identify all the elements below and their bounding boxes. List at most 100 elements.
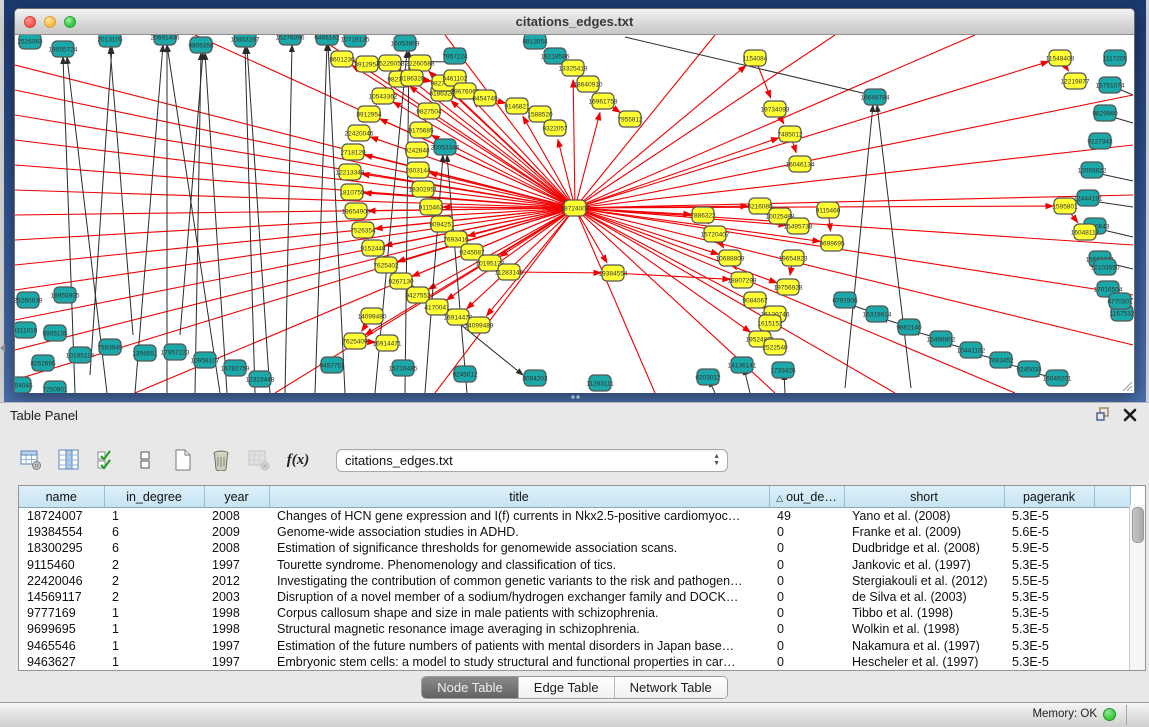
graph-node-teal[interactable]: 1356551	[132, 345, 158, 361]
graph-node-yellow[interactable]: 7625402	[373, 257, 399, 273]
citation-edge-red[interactable]	[15, 90, 575, 208]
table-row[interactable]: 1830029562008Estimation of significance …	[19, 540, 1130, 556]
graph-node-yellow[interactable]: 9827504	[416, 103, 442, 119]
table-cell[interactable]: Disruption of a novel member of a sodium…	[269, 589, 769, 605]
graph-node-teal[interactable]: 16319914	[863, 306, 892, 322]
citation-edge-red[interactable]	[575, 145, 1133, 208]
citation-edge-red[interactable]	[575, 62, 1049, 208]
graph-node-yellow[interactable]: 8186328	[399, 70, 425, 86]
graph-node-yellow[interactable]: 2522540	[762, 339, 788, 355]
tab-network-table[interactable]: Network Table	[615, 677, 727, 698]
graph-node-yellow[interactable]: 9242848	[404, 142, 430, 158]
table-cell[interactable]: 0	[769, 540, 844, 556]
graph-node-teal[interactable]: 15498902	[927, 331, 956, 347]
network-canvas[interactable]: 2526063190557242013105206914069806358108…	[15, 35, 1134, 393]
graph-node-yellow[interactable]: 19654903	[342, 203, 371, 219]
graph-node-teal[interactable]: 15751074	[1096, 77, 1125, 93]
table-cell[interactable]: 1	[104, 621, 204, 637]
close-panel-icon[interactable]	[1123, 408, 1137, 422]
graph-node-yellow[interactable]: 14099489	[465, 317, 494, 333]
table-cell[interactable]: Embryonic stem cells: a model to study s…	[269, 654, 769, 670]
table-cell[interactable]: Yano et al. (2008)	[844, 508, 1004, 525]
graph-node-yellow[interactable]: 8454749	[472, 90, 498, 106]
citation-edge-red[interactable]	[15, 140, 575, 208]
graph-node-teal[interactable]: 9245012	[452, 366, 478, 382]
graph-node-teal[interactable]: 9806358	[188, 37, 214, 53]
graph-node-teal[interactable]: 9311010	[15, 322, 38, 338]
collapse-panel-arrow-icon[interactable]	[0, 344, 5, 352]
table-cell[interactable]: 1997	[204, 557, 269, 573]
graph-node-yellow[interactable]: 11548408	[1046, 50, 1075, 66]
graph-node-yellow[interactable]: 9699695	[819, 235, 845, 251]
table-cell[interactable]: 1	[104, 638, 204, 654]
citation-edge-black[interactable]	[180, 53, 203, 335]
select-columns-button[interactable]	[94, 447, 120, 473]
table-cell[interactable]: 5.3E-5	[1004, 557, 1094, 573]
graph-node-yellow[interactable]: 9115463	[419, 199, 444, 215]
graph-node-teal[interactable]: 18955905	[51, 287, 80, 303]
graph-node-teal[interactable]: 8813054	[522, 35, 548, 49]
table-row[interactable]: 911546021997Tourette syndrome. Phenomeno…	[19, 557, 1130, 573]
graph-node-yellow[interactable]: 19734093	[761, 101, 790, 117]
graph-node-teal[interactable]: 10853287	[231, 35, 260, 47]
graph-node-teal[interactable]: 7250901	[42, 381, 68, 393]
table-cell[interactable]: Franke et al. (2009)	[844, 524, 1004, 540]
citation-edge-black[interactable]	[205, 53, 227, 393]
table-cell[interactable]: 0	[769, 621, 844, 637]
citation-edge-red[interactable]	[397, 208, 575, 262]
graph-node-teal[interactable]: 15716485	[389, 360, 418, 376]
graph-node-teal[interactable]: 16782759	[221, 360, 250, 376]
table-vertical-scrollbar[interactable]	[1129, 505, 1145, 670]
citation-edge-black[interactable]	[167, 45, 220, 393]
table-cell[interactable]: 2003	[204, 589, 269, 605]
graph-node-yellow[interactable]: 18807299	[728, 272, 757, 288]
graph-node-yellow[interactable]: 1154084	[743, 50, 768, 66]
table-row[interactable]: 946362711997Embryonic stem cells: a mode…	[19, 654, 1130, 670]
float-panel-icon[interactable]	[1096, 407, 1111, 422]
citation-edge-black[interactable]	[315, 44, 327, 393]
graph-node-yellow[interactable]: 15495738	[784, 218, 813, 234]
citation-edge-red[interactable]	[473, 100, 575, 208]
table-cell[interactable]: Tourette syndrome. Phenomenology and cla…	[269, 557, 769, 573]
table-cell[interactable]: 6	[104, 524, 204, 540]
graph-node-yellow[interactable]: 19384554	[599, 265, 628, 281]
table-cell[interactable]: 6	[104, 540, 204, 556]
graph-node-yellow[interactable]: 8912954	[356, 106, 382, 122]
citation-edge-red[interactable]	[613, 273, 730, 279]
graph-node-teal[interactable]: 7693452	[988, 352, 1014, 368]
graph-node-teal[interactable]: 8252695	[30, 355, 56, 371]
table-cell[interactable]: 0	[769, 654, 844, 670]
table-row[interactable]: 1456911722003Disruption of a novel membe…	[19, 589, 1130, 605]
graph-node-yellow[interactable]: 12213343	[336, 164, 365, 180]
graph-node-teal[interactable]: 7583945	[97, 339, 123, 355]
graph-node-yellow[interactable]: 13325419	[559, 60, 588, 76]
graph-node-teal[interactable]: 1733426	[770, 362, 796, 378]
table-cell[interactable]: 2	[104, 573, 204, 589]
graph-node-yellow[interactable]: 9146821	[504, 98, 530, 114]
column-header-name[interactable]: name	[19, 486, 104, 508]
graph-node-yellow[interactable]: 9322057	[542, 120, 568, 136]
table-cell[interactable]: de Silva et al. (2003)	[844, 589, 1004, 605]
graph-node-teal[interactable]: 20053346	[431, 139, 460, 155]
column-header-title[interactable]: title	[269, 486, 769, 508]
citation-edge-black[interactable]	[110, 47, 133, 335]
graph-node-teal[interactable]: 6466162	[314, 35, 340, 45]
table-cell[interactable]: Genome-wide association studies in ADHD.	[269, 524, 769, 540]
citation-edge-red[interactable]	[468, 208, 575, 236]
graph-node-yellow[interactable]: 18302951	[409, 181, 438, 197]
graph-node-teal[interactable]: 9227343	[1087, 133, 1113, 149]
citation-edge-red[interactable]	[575, 95, 1133, 208]
graph-node-yellow[interactable]: 7485012	[777, 126, 803, 142]
graph-node-teal[interactable]: 10958107	[191, 352, 220, 368]
table-cell[interactable]: 18300295	[19, 540, 104, 556]
graph-node-yellow[interactable]: 7526354	[350, 222, 376, 238]
delete-table-button[interactable]	[246, 447, 272, 473]
graph-node-teal[interactable]: 10719135	[341, 35, 370, 47]
scrollbar-thumb[interactable]	[1132, 507, 1144, 543]
table-cell[interactable]: 9115460	[19, 557, 104, 573]
table-cell[interactable]: 0	[769, 589, 844, 605]
graph-node-yellow[interactable]: 16961758	[589, 93, 618, 109]
graph-node-yellow[interactable]: 1615152	[757, 315, 783, 331]
memory-ok-indicator[interactable]	[1103, 708, 1116, 721]
graph-node-yellow[interactable]: 16048112	[1071, 224, 1100, 240]
